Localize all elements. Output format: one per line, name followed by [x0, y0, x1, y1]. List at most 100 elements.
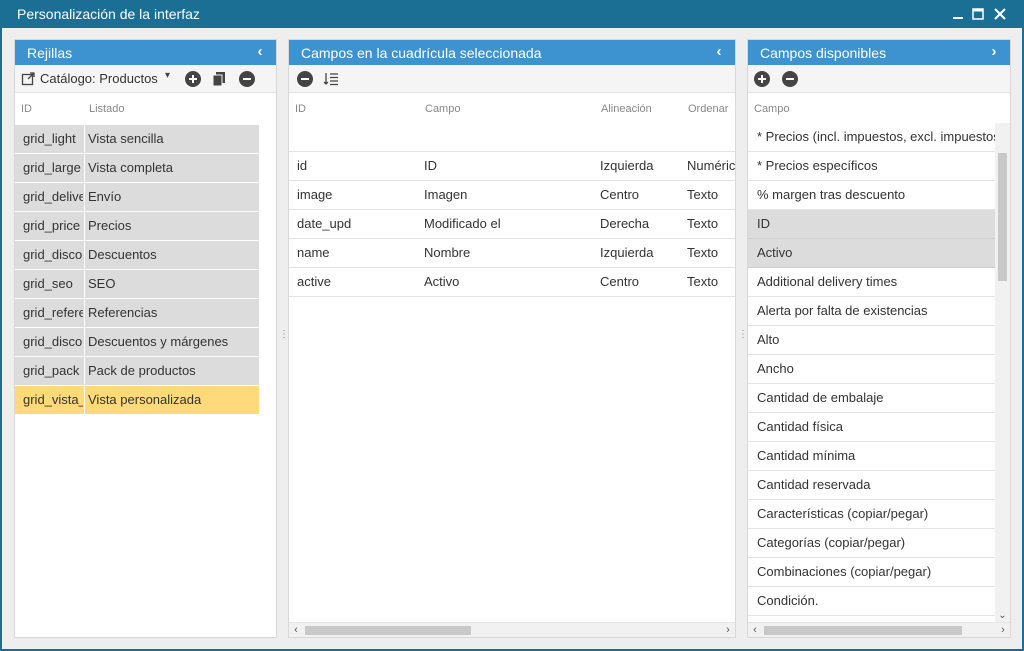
table-row[interactable]: grid_price Precios: [15, 212, 259, 241]
horizontal-scrollbar[interactable]: ‹ ›: [748, 622, 1010, 637]
list-item[interactable]: Características (copiar/pegar): [748, 500, 997, 529]
remove-circle-icon[interactable]: [782, 71, 798, 87]
column-header-campo: Campo: [754, 103, 790, 115]
splitter-handle[interactable]: ⋮: [738, 328, 748, 342]
table-row[interactable]: date_upd Modificado el Derecha Texto: [289, 210, 735, 239]
list-item[interactable]: Cantidad de embalaje: [748, 384, 997, 413]
list-item[interactable]: Cantidad reservada: [748, 471, 997, 500]
list-item[interactable]: * Precios (incl. impuestos, excl. impues…: [748, 123, 997, 152]
cell-campo: Cantidad reservada: [757, 477, 871, 492]
cell-campo: Imagen: [424, 187, 468, 202]
list-item[interactable]: Condición.: [748, 587, 997, 616]
table-row[interactable]: grid_seo SEO: [15, 270, 259, 299]
vertical-scrollbar[interactable]: ⌄: [995, 123, 1010, 623]
external-link-icon[interactable]: [21, 71, 36, 86]
table-row[interactable]: grid_discount Descuentos: [15, 241, 259, 270]
table-row[interactable]: grid_reference Referencias: [15, 299, 259, 328]
list-item[interactable]: Cantidad mínima: [748, 442, 997, 471]
scroll-down-icon[interactable]: ⌄: [995, 609, 1010, 623]
cell-listado: SEO: [88, 276, 116, 291]
cell-ordenar: Texto: [687, 187, 719, 202]
cell-id: id: [297, 158, 308, 173]
cell-id: date_upd: [297, 216, 352, 231]
remove-circle-icon[interactable]: [297, 71, 313, 87]
maximize-icon[interactable]: [968, 4, 988, 24]
column-header-alineacion: Alineación: [601, 103, 652, 115]
table-row[interactable]: name Nombre Izquierda Texto: [289, 239, 735, 268]
list-item[interactable]: Additional delivery times: [748, 268, 997, 297]
cell-ordenar: Texto: [687, 274, 719, 289]
table-row[interactable]: grid_pack Pack de productos: [15, 357, 259, 386]
toolbar: [289, 65, 735, 93]
cell-listado: Vista sencilla: [88, 131, 164, 146]
caret-down-icon[interactable]: ▾: [165, 70, 170, 81]
table-row[interactable]: grid_light Vista sencilla: [15, 125, 259, 154]
cell-listado: Envío: [88, 189, 122, 204]
cell-id: grid_large: [23, 160, 81, 175]
scrollbar-thumb[interactable]: [998, 153, 1007, 281]
cell-campo: Nombre: [424, 245, 471, 260]
chevron-left-icon[interactable]: ‹: [711, 41, 727, 63]
cell-listado: Referencias: [88, 305, 158, 320]
list-item[interactable]: Alto: [748, 326, 997, 355]
chevron-right-icon[interactable]: ›: [986, 41, 1002, 63]
scrollbar-thumb[interactable]: [305, 626, 471, 635]
cell-campo: Alto: [757, 332, 780, 347]
close-icon[interactable]: [990, 4, 1010, 24]
list-item[interactable]: Ancho: [748, 355, 997, 384]
scroll-right-icon[interactable]: ›: [996, 623, 1010, 637]
list-item[interactable]: Combinaciones (copiar/pegar): [748, 558, 997, 587]
cell-divider: [84, 183, 85, 211]
table-row[interactable]: grid_vista_personalizada Vista personaliz…: [15, 386, 259, 415]
scroll-left-icon[interactable]: ‹: [748, 623, 762, 637]
list-item[interactable]: Activo: [748, 239, 997, 268]
remove-circle-icon[interactable]: [239, 71, 255, 87]
cell-listado: Precios: [88, 218, 132, 233]
cell-campo: Additional delivery times: [757, 274, 898, 289]
cell-id: grid_light: [23, 131, 76, 146]
cell-id: grid_discount: [23, 247, 83, 262]
cell-campo: ID: [757, 216, 770, 231]
minimize-icon[interactable]: [948, 4, 968, 24]
table-row[interactable]: grid_delivery Envío: [15, 183, 259, 212]
cell-id: grid_delivery: [23, 189, 83, 204]
list-item[interactable]: ID: [748, 210, 997, 239]
cell-alineacion: Izquierda: [600, 245, 654, 260]
cell-id: grid_reference: [23, 305, 83, 320]
list-item[interactable]: * Precios específicos: [748, 152, 997, 181]
table-row[interactable]: image Imagen Centro Texto: [289, 181, 735, 210]
list-item[interactable]: Alerta por falta de existencias: [748, 297, 997, 326]
add-circle-icon[interactable]: [754, 71, 770, 87]
table-row[interactable]: id ID Izquierda Numérico: [289, 152, 735, 181]
cell-alineacion: Centro: [600, 187, 640, 202]
scroll-right-icon[interactable]: ›: [721, 623, 735, 637]
scrollbar-thumb[interactable]: [764, 626, 962, 635]
horizontal-scrollbar[interactable]: ‹ ›: [289, 622, 735, 637]
column-header-ordenar: Ordenar: [688, 103, 729, 115]
cell-listado: Vista personalizada: [88, 392, 202, 407]
list-item[interactable]: % margen tras descuento: [748, 181, 997, 210]
sort-list-icon[interactable]: [323, 71, 339, 87]
copy-icon[interactable]: [211, 71, 227, 87]
list-item[interactable]: Cantidad física: [748, 413, 997, 442]
chevron-left-icon[interactable]: ‹: [252, 41, 268, 63]
table-row[interactable]: grid_large Vista completa: [15, 154, 259, 183]
cell-campo: Activo: [424, 274, 460, 289]
column-header-listado: Listado: [89, 103, 125, 115]
add-circle-icon[interactable]: [185, 71, 201, 87]
table-row[interactable]: active Activo Centro Texto: [289, 268, 735, 297]
cell-campo: Alerta por falta de existencias: [757, 303, 928, 318]
column-header-id: ID: [21, 103, 32, 115]
cell-campo: Cantidad mínima: [757, 448, 856, 463]
column-header-campo: Campo: [425, 103, 461, 115]
panel-header: Campos en la cuadrícula seleccionada ‹: [289, 40, 735, 65]
list-item[interactable]: Categorías (copiar/pegar): [748, 529, 997, 558]
cell-campo: % margen tras descuento: [757, 187, 906, 202]
cell-id: name: [297, 245, 330, 260]
table-row[interactable]: grid_discount_margin Descuentos y márgene…: [15, 328, 259, 357]
splitter-handle[interactable]: ⋮: [279, 328, 289, 342]
catalog-select[interactable]: Catálogo: Productos: [40, 71, 158, 86]
scroll-left-icon[interactable]: ‹: [289, 623, 303, 637]
row-divider: [289, 296, 735, 297]
column-headers: ID Campo Alineación Ordenar: [289, 93, 735, 125]
